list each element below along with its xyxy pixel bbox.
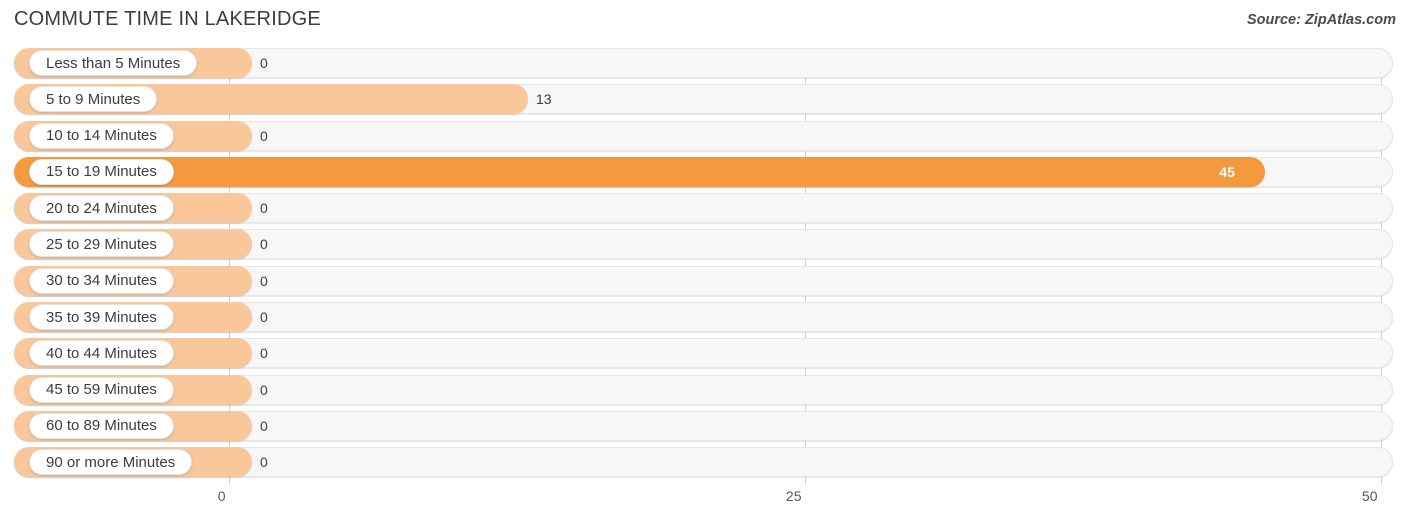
bar-row: 5 to 9 Minutes 13 bbox=[0, 84, 1406, 115]
bar-row: 90 or more Minutes 0 bbox=[0, 447, 1406, 478]
category-label: 40 to 44 Minutes bbox=[46, 344, 157, 362]
category-label: 25 to 29 Minutes bbox=[46, 235, 157, 253]
category-label: 15 to 19 Minutes bbox=[46, 163, 157, 181]
x-axis: 0 25 50 bbox=[0, 488, 1406, 512]
category-label-pill: 10 to 14 Minutes bbox=[29, 122, 174, 149]
bar-row: 35 to 39 Minutes 0 bbox=[0, 302, 1406, 333]
bar-row: 30 to 34 Minutes 0 bbox=[0, 265, 1406, 296]
bar-rows: Less than 5 Minutes 0 5 to 9 Minutes 13 10 t… bbox=[0, 48, 1406, 484]
bar-row: 15 to 19 Minutes 45 bbox=[0, 156, 1406, 187]
bar-row: 10 to 14 Minutes 0 bbox=[0, 120, 1406, 151]
value-label: 0 bbox=[260, 236, 268, 253]
category-label-pill: 20 to 24 Minutes bbox=[29, 195, 174, 222]
category-label-pill: Less than 5 Minutes bbox=[29, 50, 198, 76]
plot-area: Less than 5 Minutes 0 5 to 9 Minutes 13 10 t… bbox=[0, 48, 1406, 488]
source-attribution: Source: ZipAtlas.com bbox=[1246, 12, 1396, 28]
category-label-pill: 35 to 39 Minutes bbox=[29, 304, 174, 331]
x-tick-label: 0 bbox=[217, 488, 226, 504]
category-label-pill: 15 to 19 Minutes bbox=[29, 158, 174, 185]
value-label: 0 bbox=[260, 345, 268, 362]
category-label: 5 to 9 Minutes bbox=[46, 90, 141, 108]
category-label-pill: 40 to 44 Minutes bbox=[29, 340, 174, 367]
value-bar[interactable] bbox=[14, 156, 1266, 187]
bar-row: 45 to 59 Minutes 0 bbox=[0, 374, 1406, 405]
value-label: 45 bbox=[1219, 163, 1235, 180]
value-label: 0 bbox=[260, 55, 268, 71]
category-label: 20 to 24 Minutes bbox=[46, 199, 157, 217]
bar-row: Less than 5 Minutes 0 bbox=[0, 48, 1406, 78]
category-label: Less than 5 Minutes bbox=[46, 54, 181, 72]
category-label-pill: 25 to 29 Minutes bbox=[29, 231, 174, 258]
bar-row: 25 to 29 Minutes 0 bbox=[0, 229, 1406, 260]
bar-row: 40 to 44 Minutes 0 bbox=[0, 338, 1406, 369]
category-label: 10 to 14 Minutes bbox=[46, 127, 157, 145]
category-label-pill: 45 to 59 Minutes bbox=[29, 376, 174, 403]
category-label-pill: 5 to 9 Minutes bbox=[29, 86, 158, 113]
category-label: 35 to 39 Minutes bbox=[46, 308, 157, 326]
bar-row: 60 to 89 Minutes 0 bbox=[0, 410, 1406, 441]
value-label: 0 bbox=[260, 381, 268, 398]
page-title: COMMUTE TIME IN LAKERIDGE bbox=[14, 8, 321, 30]
value-label: 0 bbox=[260, 272, 268, 289]
category-label: 60 to 89 Minutes bbox=[46, 417, 157, 435]
category-label-pill: 90 or more Minutes bbox=[29, 449, 193, 476]
value-label: 0 bbox=[260, 200, 268, 217]
value-label: 13 bbox=[536, 91, 552, 108]
category-label-pill: 60 to 89 Minutes bbox=[29, 412, 174, 439]
x-tick-label: 50 bbox=[1361, 488, 1378, 504]
chart-container: COMMUTE TIME IN LAKERIDGE Source: ZipAtl… bbox=[0, 0, 1406, 522]
x-tick-label: 25 bbox=[785, 488, 802, 504]
category-label: 90 or more Minutes bbox=[46, 453, 176, 471]
value-label: 0 bbox=[260, 309, 268, 326]
value-label: 0 bbox=[260, 127, 268, 144]
category-label: 30 to 34 Minutes bbox=[46, 272, 157, 290]
bar-row: 20 to 24 Minutes 0 bbox=[0, 193, 1406, 224]
category-label-pill: 30 to 34 Minutes bbox=[29, 267, 174, 294]
value-label: 0 bbox=[260, 417, 268, 434]
category-label: 45 to 59 Minutes bbox=[46, 381, 157, 399]
value-label: 0 bbox=[260, 454, 268, 471]
